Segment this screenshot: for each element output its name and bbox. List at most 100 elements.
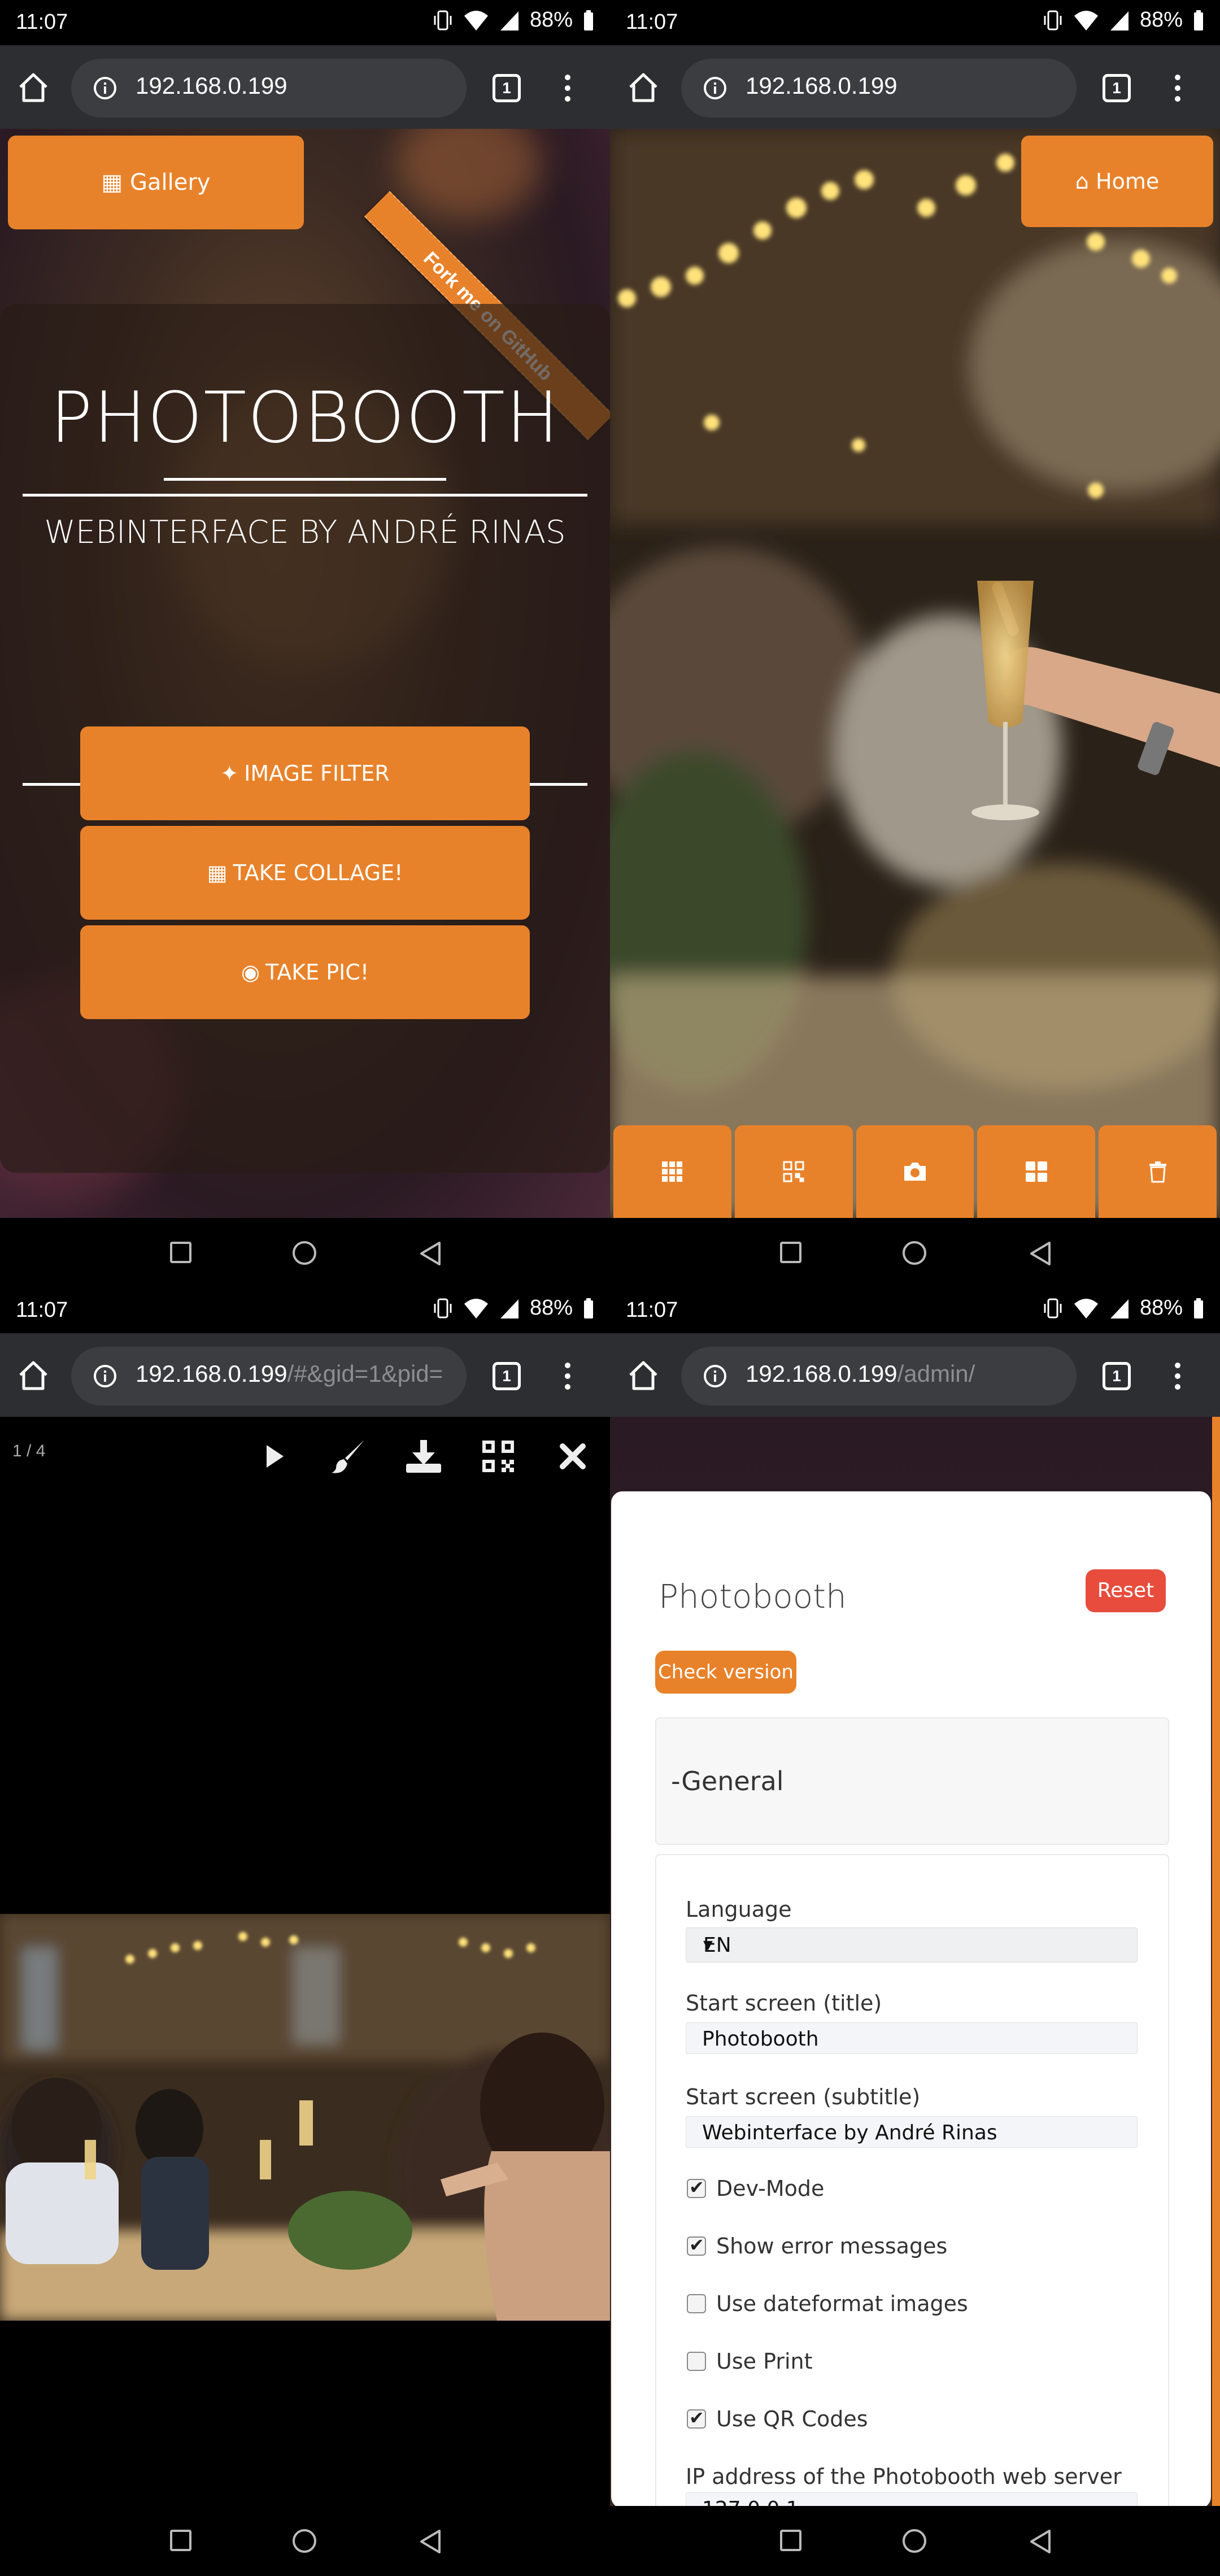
recents-icon[interactable] [780,2530,801,2551]
use-print-checkbox-row[interactable]: Use Print [687,2349,812,2374]
close-button[interactable] [552,1436,593,1477]
recents-icon[interactable] [170,2530,191,2551]
delete-toolbar-button[interactable] [1099,1125,1217,1218]
recents-icon[interactable] [780,1242,801,1263]
camera-icon: ◉ [241,960,260,985]
qr-button[interactable] [478,1436,518,1477]
dateformat-checkbox[interactable] [687,2294,706,2313]
show-errors-label: Show error messages [716,2234,948,2259]
url-host: 192.168.0.199 [746,1360,897,1387]
dateformat-label: Use dateformat images [716,2291,968,2316]
android-nav-bar [610,1218,1220,1288]
status-bar: 11:07 88% [0,1288,610,1333]
tab-count-button[interactable]: 1 [1103,74,1131,102]
general-section-header[interactable]: -General [655,1717,1169,1845]
url-field[interactable]: 192.168.0.199 [681,59,1077,118]
qr-code-icon [482,1441,514,1472]
vibrate-icon [1044,10,1062,30]
filter-button[interactable] [329,1436,369,1477]
url-field[interactable]: 192.168.0.199/admin/ [681,1347,1077,1406]
back-icon[interactable] [1028,2529,1053,2555]
battery-icon [584,10,593,31]
take-collage-button[interactable]: ▦ TAKE COLLAGE! [80,826,530,920]
ip-address-input[interactable]: 127.0.0.1 [686,2492,1138,2506]
show-errors-checkbox[interactable] [687,2234,706,2256]
home-nav-icon[interactable] [293,2529,316,2553]
camera-toolbar-button[interactable] [856,1125,974,1218]
url-field[interactable]: 192.168.0.199/#&gid=1&pid= [71,1347,467,1406]
home-nav-icon[interactable] [293,1241,316,1265]
gallery-button[interactable]: ▦ Gallery [8,136,304,229]
image-filter-button[interactable]: ✦ IMAGE FILTER [80,726,530,820]
home-icon[interactable] [627,1359,660,1392]
gallery-viewer: 1 / 4 [0,1417,610,2506]
tab-count-button[interactable]: 1 [493,1362,521,1390]
show-errors-checkbox-row[interactable]: Show error messages [687,2234,947,2259]
url-text: 192.168.0.199 [746,72,897,99]
info-icon[interactable] [93,76,117,101]
android-nav-bar [0,1218,610,1288]
admin-title: Photobooth [659,1577,847,1616]
brush-icon [332,1440,364,1473]
use-qr-checkbox-row[interactable]: Use QR Codes [687,2407,868,2431]
image-filter-label: IMAGE FILTER [244,761,390,786]
tab-count-button[interactable]: 1 [493,74,521,102]
home-nav-icon[interactable] [903,1241,926,1265]
tab-count-button[interactable]: 1 [1103,1362,1131,1390]
slideshow-button[interactable] [254,1436,295,1477]
dev-mode-checkbox-row[interactable]: Dev-Mode [687,2176,824,2201]
start-subtitle-input[interactable]: Webinterface by André Rinas [686,2116,1138,2148]
section-title: -General [671,1766,784,1796]
use-print-label: Use Print [716,2349,813,2374]
language-select[interactable]: EN ▼ [686,1927,1138,1963]
page-title: PHOTOBOOTH [50,377,560,459]
ip-address-value: 127.0.0.1 [702,2497,799,2506]
download-button[interactable] [403,1436,444,1477]
use-print-checkbox[interactable] [687,2352,706,2371]
recents-icon[interactable] [170,1242,191,1263]
home-icon[interactable] [627,71,660,104]
take-pic-button[interactable]: ◉ TAKE PIC! [80,925,530,1019]
phone-gallery-screen: 11:07 88% 192.168.0.199/#&gid=1&pid= 1 1… [0,1288,610,2576]
overflow-menu-icon[interactable] [559,71,576,105]
url-text: 192.168.0.199/#&gid=1&pid= [136,1360,452,1387]
use-qr-checkbox[interactable] [687,2407,706,2429]
scrollbar[interactable] [1212,1417,1220,2506]
gallery-toolbar-button[interactable] [613,1125,731,1218]
home-button-label: Home [1096,169,1160,194]
overflow-menu-icon[interactable] [559,1359,576,1393]
info-icon[interactable] [703,76,727,101]
url-field[interactable]: 192.168.0.199 [71,59,467,118]
info-icon[interactable] [703,1364,727,1389]
page-subtitle: WEBINTERFACE BY ANDRÉ RINAS [44,514,566,551]
collage-toolbar-button[interactable] [977,1125,1096,1218]
grid-icon [662,1161,683,1182]
home-button[interactable]: ⌂ Home [1021,136,1213,227]
start-screen: ▦ Gallery Fork me on GitHub PHOTOBOOTH W… [0,129,610,1218]
party-photo [0,1914,610,2321]
gallery-photo[interactable] [0,1914,610,2321]
back-icon[interactable] [418,2529,443,2555]
home-icon[interactable] [17,71,50,104]
start-title-input[interactable]: Photobooth [686,2022,1138,2054]
take-pic-label: TAKE PIC! [265,960,369,985]
home-icon[interactable] [17,1359,50,1392]
download-icon [406,1440,441,1473]
browser-toolbar: 192.168.0.199/admin/ 1 [610,1333,1220,1417]
overflow-menu-icon[interactable] [1169,1359,1186,1393]
check-version-button[interactable]: Check version [655,1651,796,1694]
close-icon [560,1443,586,1469]
dateformat-checkbox-row[interactable]: Use dateformat images [687,2291,968,2316]
home-nav-icon[interactable] [903,2529,926,2553]
phone-start-screen: 11:07 88% 192.168.0.199 1 ▦ Gallery PHOT… [0,0,610,1288]
reset-button[interactable]: Reset [1086,1569,1166,1612]
info-icon[interactable] [93,1364,117,1389]
android-nav-bar [610,2506,1220,2576]
back-icon[interactable] [1028,1241,1053,1267]
qr-toolbar-button[interactable] [734,1125,853,1218]
back-icon[interactable] [418,1241,443,1267]
home-icon: ⌂ [1075,169,1089,194]
overflow-menu-icon[interactable] [1169,71,1186,105]
dev-mode-checkbox[interactable] [687,2177,706,2198]
vibrate-icon [1044,1298,1062,1318]
